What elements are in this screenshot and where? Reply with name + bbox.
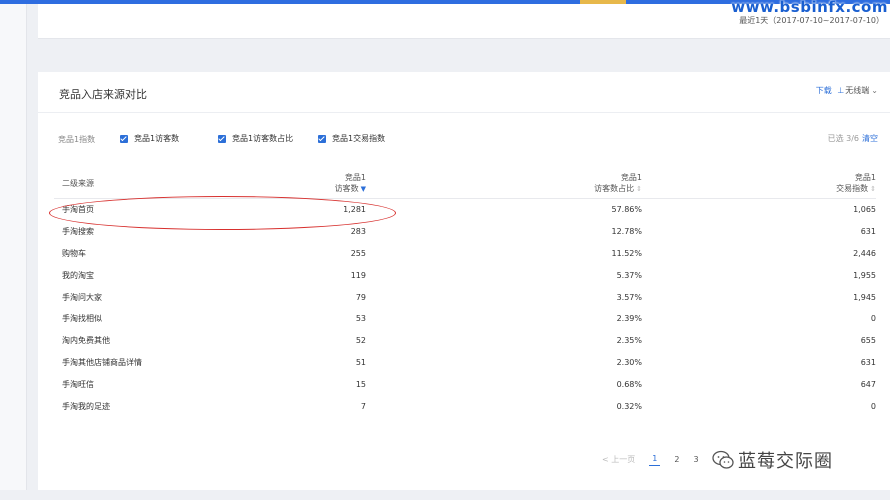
- table-row: 手淘其他店铺商品详情 51 2.30% 631: [54, 352, 876, 374]
- left-gutter: [0, 4, 27, 500]
- page-2[interactable]: 2: [674, 455, 679, 464]
- cell-visitors: 15: [355, 379, 366, 389]
- header-share[interactable]: 竞品1 访客数占比 ⇕: [366, 168, 642, 199]
- checkbox-checked-icon[interactable]: [120, 134, 128, 143]
- table-row: 手淘问大家 79 3.57% 1,945: [54, 286, 876, 308]
- cell-share: 0.32%: [616, 401, 642, 411]
- checkbox-checked-icon[interactable]: [218, 134, 226, 143]
- cell-trade: 0: [870, 314, 876, 324]
- cell-share: 57.86%: [611, 205, 642, 215]
- header-visitors-line2: 访客数: [334, 183, 359, 193]
- table-row: 淘内免费其他 52 2.35% 655: [54, 330, 876, 352]
- selection-summary: 已选 3/6 清空: [828, 133, 878, 144]
- sort-icon[interactable]: ⇕: [870, 184, 876, 195]
- header-share-line2: 访客数占比: [594, 183, 635, 193]
- cell-share: 12.78%: [611, 227, 642, 237]
- pagination: < 上一页 1 2 3: [602, 452, 699, 466]
- download-icon[interactable]: ⊥: [837, 86, 844, 95]
- cell-source: 淘内免费其他: [62, 336, 110, 346]
- cell-trade: 1,955: [853, 270, 876, 280]
- cell-trade: 647: [860, 379, 876, 389]
- device-select[interactable]: 无线端: [845, 86, 869, 95]
- header-share-line1: 竞品1: [620, 172, 642, 182]
- header-trade-line2: 交易指数: [836, 183, 869, 193]
- cell-visitors: 52: [355, 336, 366, 346]
- filter-group-label: 竞品1指数: [58, 135, 96, 144]
- cell-source: 手淘问大家: [62, 292, 102, 302]
- cell-source: 手淘我的足迹: [62, 401, 110, 411]
- table-header-row: 二级来源 竞品1 访客数 ▼ 竞品1 访客数占比 ⇕ 竞品1 交易指数 ⇕: [54, 168, 876, 199]
- cell-visitors: 51: [355, 357, 366, 367]
- filter-option-share[interactable]: 竞品1访客数占比: [218, 133, 293, 144]
- brand-watermark: 蓝莓交际圈: [712, 447, 833, 473]
- cell-trade: 655: [860, 336, 876, 346]
- table-row: 购物车 255 11.52% 2,446: [54, 243, 876, 265]
- cell-trade: 0: [870, 401, 876, 411]
- brand-text: 蓝莓交际圈: [738, 451, 833, 472]
- table-row: 手淘我的足迹 7 0.32% 0: [54, 395, 876, 417]
- filter-option-label: 竞品1访客数占比: [232, 134, 294, 143]
- page-1[interactable]: 1: [649, 454, 661, 466]
- table-row: 我的淘宝 119 5.37% 1,955: [54, 264, 876, 286]
- header-trade[interactable]: 竞品1 交易指数 ⇕: [642, 168, 876, 199]
- cell-source: 购物车: [62, 248, 86, 258]
- header-visitors[interactable]: 竞品1 访客数 ▼: [212, 168, 366, 199]
- cell-visitors: 119: [350, 270, 366, 280]
- wechat-icon: [712, 450, 734, 469]
- cell-trade: 1,945: [853, 292, 876, 302]
- watermark: www.bsbinfx.com: [731, 0, 888, 16]
- annotation-circle: [49, 196, 396, 230]
- date-range[interactable]: 最近1天（2017-07-10~2017-07-10）: [739, 15, 884, 26]
- header-visitors-line1: 竞品1: [344, 172, 366, 182]
- prev-page-button[interactable]: < 上一页: [602, 454, 635, 465]
- cell-visitors: 7: [360, 401, 366, 411]
- divider: [38, 112, 890, 113]
- cell-source: 手淘找相似: [62, 314, 102, 324]
- sort-icon[interactable]: ⇕: [636, 184, 642, 195]
- chevron-down-icon[interactable]: ⌄: [871, 86, 878, 95]
- cell-trade: 2,446: [853, 248, 876, 258]
- page-3[interactable]: 3: [693, 455, 698, 464]
- cell-trade: 1,065: [853, 205, 876, 215]
- header-trade-line1: 竞品1: [854, 172, 876, 182]
- table-row: 手淘找相似 53 2.39% 0: [54, 308, 876, 330]
- cell-trade: 631: [860, 357, 876, 367]
- clear-button[interactable]: 清空: [862, 134, 878, 143]
- download-control[interactable]: 下载 ⊥无线端 ⌄: [816, 85, 878, 96]
- download-link[interactable]: 下载: [816, 86, 832, 95]
- cell-share: 0.68%: [616, 379, 642, 389]
- bottom-bar: [0, 490, 890, 500]
- selected-count: 已选 3/6: [827, 134, 859, 143]
- cell-share: 3.57%: [616, 292, 642, 302]
- sort-desc-icon[interactable]: ▼: [361, 184, 366, 195]
- filter-option-label: 竞品1访客数: [134, 134, 180, 143]
- cell-share: 2.30%: [616, 357, 642, 367]
- filter-option-trade[interactable]: 竞品1交易指数: [318, 133, 385, 144]
- filter-option-label: 竞品1交易指数: [332, 134, 386, 143]
- cell-source: 我的淘宝: [62, 270, 94, 280]
- cell-visitors: 255: [350, 248, 366, 258]
- cell-visitors: 79: [355, 292, 366, 302]
- checkbox-checked-icon[interactable]: [318, 134, 326, 143]
- cell-share: 2.39%: [616, 314, 642, 324]
- cell-share: 5.37%: [616, 270, 642, 280]
- table-row: 手淘旺信 15 0.68% 647: [54, 373, 876, 395]
- cell-share: 11.52%: [611, 248, 642, 258]
- filter-option-visitors[interactable]: 竞品1访客数: [120, 133, 179, 144]
- card-title: 竞品入店来源对比: [59, 88, 147, 101]
- cell-share: 2.35%: [616, 336, 642, 346]
- cell-visitors: 53: [355, 314, 366, 324]
- cell-source: 手淘旺信: [62, 379, 94, 389]
- header-source: 二级来源: [54, 168, 212, 199]
- cell-trade: 631: [860, 227, 876, 237]
- cell-source: 手淘其他店铺商品详情: [62, 357, 142, 367]
